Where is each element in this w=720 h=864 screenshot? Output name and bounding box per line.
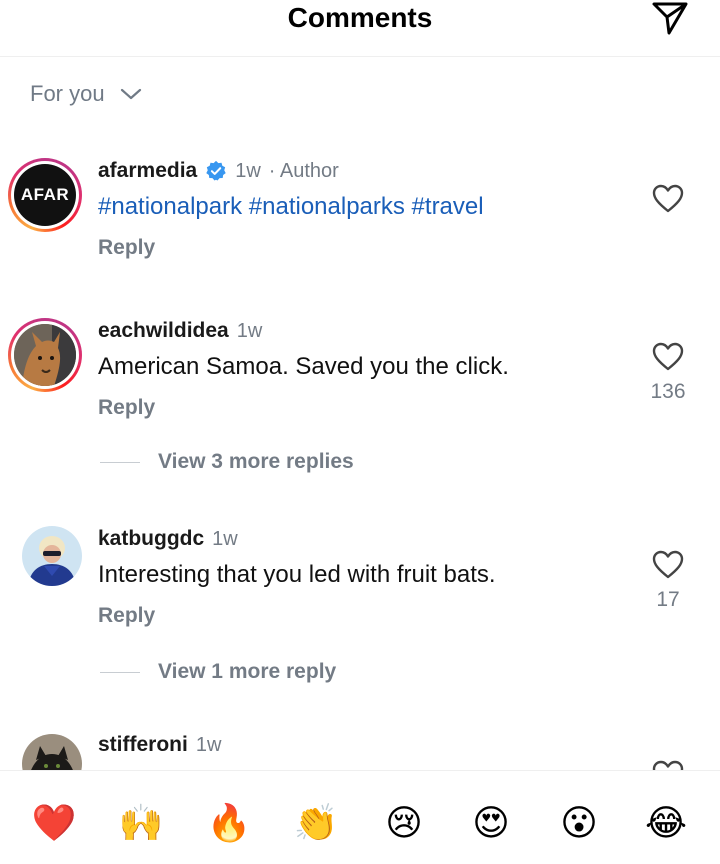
heart-icon[interactable] bbox=[652, 184, 684, 214]
comment-username[interactable]: eachwildidea bbox=[98, 319, 229, 343]
like-control: 136 bbox=[648, 342, 688, 404]
dog-photo bbox=[14, 324, 76, 386]
comment-text[interactable]: #nationalpark #nationalparks #travel bbox=[98, 190, 638, 224]
red-heart-emoji-button[interactable]: ❤️ bbox=[31, 801, 77, 847]
like-count: 17 bbox=[656, 588, 680, 611]
paper-plane-icon[interactable] bbox=[650, 0, 690, 36]
avatar[interactable] bbox=[22, 734, 82, 770]
reply-thread-line bbox=[100, 461, 140, 463]
like-count: 136 bbox=[650, 380, 686, 403]
surprised-face-emoji-button[interactable]: 😮 bbox=[556, 801, 602, 847]
avatar[interactable] bbox=[22, 526, 82, 586]
like-control bbox=[648, 760, 688, 770]
comment-time: 1w bbox=[195, 733, 222, 756]
heart-eyes-emoji-button[interactable]: 😍 bbox=[468, 801, 514, 847]
heart-icon[interactable] bbox=[652, 550, 684, 580]
chevron-down-icon bbox=[120, 88, 141, 100]
view-more-label: View 3 more replies bbox=[158, 450, 354, 473]
comment-time: 1w bbox=[212, 527, 238, 550]
avatar[interactable]: AFAR bbox=[8, 158, 82, 232]
page-title: Comments bbox=[287, 2, 433, 33]
view-more-replies[interactable]: View 3 more replies bbox=[100, 450, 354, 474]
filter-label: For you bbox=[30, 81, 105, 106]
author-label: · Author bbox=[268, 159, 339, 182]
cat-photo bbox=[22, 734, 82, 770]
view-more-replies[interactable]: View 1 more reply bbox=[100, 660, 336, 684]
comment-username[interactable]: stifferoni bbox=[98, 733, 188, 757]
comment-text[interactable]: Interesting that you led with fruit bats… bbox=[98, 558, 638, 592]
reply-button[interactable]: Reply bbox=[98, 604, 155, 628]
person-photo bbox=[22, 526, 82, 586]
fire-emoji-button[interactable]: 🔥 bbox=[206, 801, 252, 847]
comment-username[interactable]: katbuggdc bbox=[98, 527, 204, 551]
comment-item: AFAR afarmedia 1w · Author #nationalpark… bbox=[0, 150, 720, 280]
comment-text[interactable]: American Samoa. Saved you the click. bbox=[98, 350, 638, 384]
heart-icon[interactable] bbox=[652, 760, 684, 770]
raising-hands-emoji-button[interactable]: 🙌 bbox=[118, 801, 164, 847]
comment-time: 1w bbox=[235, 159, 261, 182]
emoji-reaction-bar: ❤️ 🙌 🔥 👏 😢 😍 😮 😂 bbox=[0, 770, 720, 864]
crying-face-emoji-button[interactable]: 😢 bbox=[381, 801, 427, 847]
heart-icon[interactable] bbox=[652, 342, 684, 372]
comment-item: katbuggdc 1w Interesting that you led wi… bbox=[0, 520, 720, 700]
reply-button[interactable]: Reply bbox=[98, 396, 155, 420]
comment-time: 1w bbox=[236, 319, 263, 342]
comments-header: Comments bbox=[0, 0, 720, 57]
like-control bbox=[648, 184, 688, 214]
view-more-label: View 1 more reply bbox=[158, 660, 337, 683]
tears-of-joy-emoji-button[interactable]: 😂 bbox=[643, 801, 689, 847]
like-control: 17 bbox=[648, 550, 688, 612]
comment-username[interactable]: afarmedia bbox=[98, 159, 197, 183]
afar-logo: AFAR bbox=[14, 164, 76, 226]
comment-item: eachwildidea 1w American Samoa. Saved yo… bbox=[0, 310, 720, 490]
verified-badge-icon bbox=[206, 160, 226, 181]
comment-item: stifferoni 1w bbox=[0, 730, 720, 770]
reply-thread-line bbox=[100, 671, 140, 673]
avatar[interactable] bbox=[8, 318, 82, 392]
clapping-hands-emoji-button[interactable]: 👏 bbox=[293, 801, 339, 847]
comment-filter-dropdown[interactable]: For you bbox=[30, 78, 143, 110]
reply-button[interactable]: Reply bbox=[98, 236, 155, 260]
